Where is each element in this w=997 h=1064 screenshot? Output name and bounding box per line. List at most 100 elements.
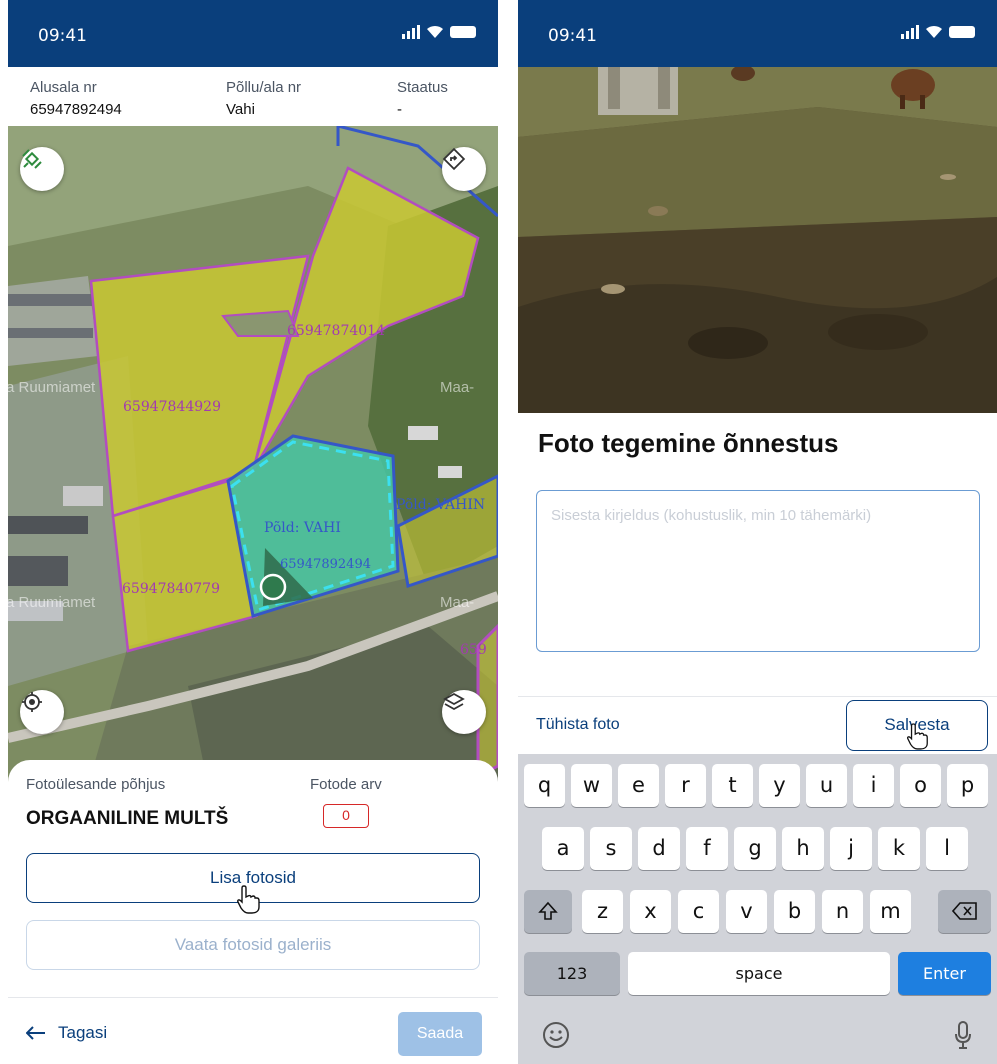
key-x[interactable]: x (630, 890, 671, 933)
space-key[interactable]: space (628, 952, 890, 995)
map-watermark: a Ruumiamet (8, 594, 96, 611)
key-o[interactable]: o (900, 764, 941, 807)
key-n[interactable]: n (822, 890, 863, 933)
back-label: Tagasi (58, 1023, 108, 1042)
satellite-button[interactable] (20, 147, 64, 191)
navigation-icon (442, 147, 466, 171)
map-view[interactable]: 65947874014 65947844929 65947840779 6594… (8, 126, 498, 786)
reason-value: ORGAANILINE MULTŠ (26, 808, 229, 829)
microphone-icon[interactable] (953, 1020, 973, 1050)
key-a[interactable]: a (542, 827, 584, 870)
send-button[interactable]: Saada (398, 1012, 482, 1056)
status-icons (901, 25, 975, 39)
status-time: 09:41 (38, 26, 87, 46)
enter-key[interactable]: Enter (898, 952, 991, 995)
backspace-icon (951, 902, 977, 920)
field-label: Põld: VAHIN (396, 497, 486, 513)
map-canvas (8, 126, 498, 786)
key-d[interactable]: d (638, 827, 680, 870)
status-icons (402, 25, 476, 39)
locate-button[interactable] (20, 690, 64, 734)
locate-icon (22, 692, 42, 712)
key-v[interactable]: v (726, 890, 767, 933)
alusala-column: Alusala nr 65947892494 (30, 79, 122, 118)
staatus-value: - (397, 101, 402, 118)
parcel-info-header: Alusala nr 65947892494 Põllu/ala nr Vahi… (8, 67, 498, 126)
parcel-label: 65947844929 (123, 399, 221, 415)
key-p[interactable]: p (947, 764, 988, 807)
view-gallery-button[interactable]: Vaata fotosid galeriis (26, 920, 480, 970)
key-i[interactable]: i (853, 764, 894, 807)
parcel-label: 659 (460, 642, 487, 658)
key-b[interactable]: b (774, 890, 815, 933)
on-screen-keyboard: q w e r t y u i o p a s d f g h j k l z … (518, 754, 997, 1064)
key-z[interactable]: z (582, 890, 623, 933)
count-label: Fotode arv (310, 776, 382, 793)
photo-count-badge: 0 (323, 804, 369, 828)
pollu-column: Põllu/ala nr Vahi (226, 79, 301, 118)
key-h[interactable]: h (782, 827, 824, 870)
emoji-icon[interactable] (542, 1021, 570, 1049)
key-u[interactable]: u (806, 764, 847, 807)
shift-key[interactable] (524, 890, 572, 933)
action-divider (518, 696, 997, 697)
signal-icon (402, 25, 420, 39)
photo-image (518, 67, 997, 413)
reason-label: Fotoülesande põhjus (26, 776, 166, 793)
key-m[interactable]: m (870, 890, 911, 933)
back-button[interactable]: Tagasi (26, 1023, 107, 1043)
map-watermark: a Ruumiamet (8, 379, 96, 396)
layers-button[interactable] (442, 690, 486, 734)
key-t[interactable]: t (712, 764, 753, 807)
pointer-hand-icon (237, 885, 260, 914)
status-time: 09:41 (548, 26, 597, 46)
status-bar: 09:41 (518, 0, 997, 67)
staatus-column: Staatus - (397, 79, 448, 118)
key-y[interactable]: y (759, 764, 800, 807)
key-w[interactable]: w (571, 764, 612, 807)
map-watermark: Maa- (440, 379, 475, 396)
navigation-button[interactable] (442, 147, 486, 191)
description-input[interactable] (551, 507, 965, 524)
photo-confirm-screen: 09:41 Foto tegemine õnnestus Sisesta kir… (518, 0, 997, 1064)
battery-icon (450, 26, 476, 38)
signal-icon (901, 25, 919, 39)
alusala-value: 65947892494 (30, 101, 122, 118)
wifi-icon (427, 25, 443, 38)
key-j[interactable]: j (830, 827, 872, 870)
numbers-key[interactable]: 123 (524, 952, 620, 995)
key-q[interactable]: q (524, 764, 565, 807)
shift-icon (538, 901, 558, 920)
cancel-photo-button[interactable]: Tühista foto (536, 716, 620, 734)
alusala-label: Alusala nr (30, 79, 97, 96)
description-field[interactable] (536, 490, 980, 652)
wifi-icon (926, 25, 942, 38)
pointer-hand-icon (906, 723, 928, 750)
key-g[interactable]: g (734, 827, 776, 870)
key-l[interactable]: l (926, 827, 968, 870)
map-watermark: Maa- (440, 594, 475, 611)
parcel-label: 65947892494 (280, 557, 371, 572)
key-c[interactable]: c (678, 890, 719, 933)
field-label: Põld: VAHI (264, 520, 341, 536)
map-screen: 09:41 Alusala nr 65947892494 Põllu/ala n… (8, 0, 498, 1064)
key-r[interactable]: r (665, 764, 706, 807)
key-f[interactable]: f (686, 827, 728, 870)
battery-icon (949, 26, 975, 38)
pollu-value: Vahi (226, 101, 255, 118)
photo-success-title: Foto tegemine õnnestus (538, 428, 839, 458)
panel-divider (8, 997, 498, 998)
key-e[interactable]: e (618, 764, 659, 807)
parcel-label: 65947840779 (122, 581, 220, 597)
parcel-label: 65947874014 (287, 323, 385, 339)
staatus-label: Staatus (397, 79, 448, 96)
layers-icon (443, 692, 465, 711)
satellite-icon (22, 149, 42, 169)
backspace-key[interactable] (938, 890, 991, 933)
key-s[interactable]: s (590, 827, 632, 870)
pollu-label: Põllu/ala nr (226, 79, 302, 96)
arrow-left-icon (26, 1026, 45, 1040)
status-bar: 09:41 (8, 0, 498, 67)
key-k[interactable]: k (878, 827, 920, 870)
captured-photo (518, 67, 997, 413)
